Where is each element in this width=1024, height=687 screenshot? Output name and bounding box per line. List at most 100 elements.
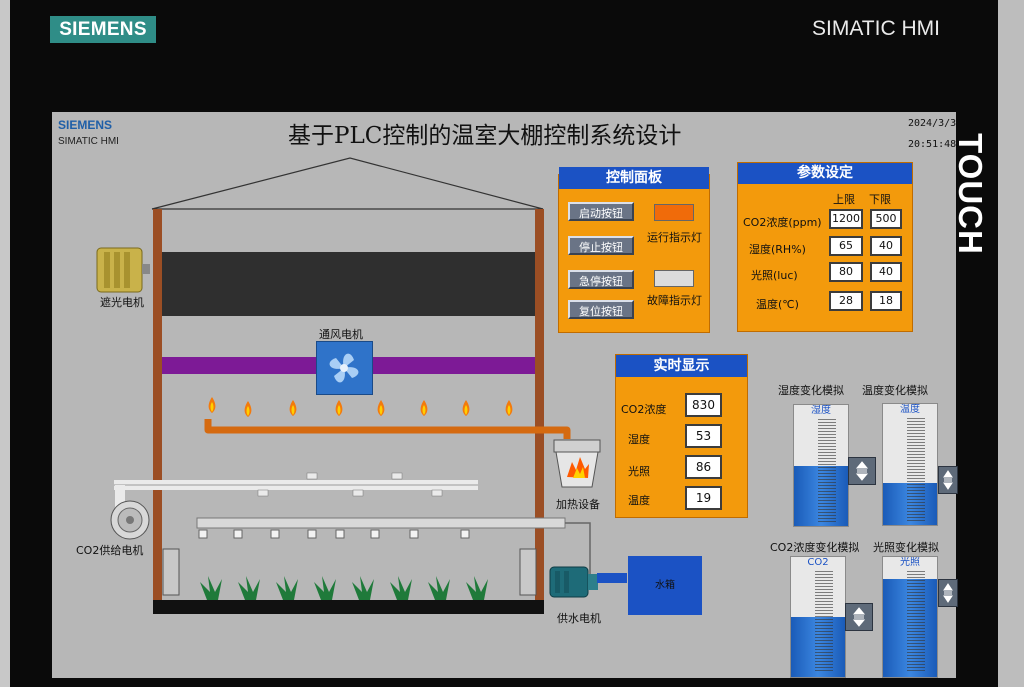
humidity-realtime-label: 湿度 [628, 433, 650, 446]
co2-param-label: CO2浓度(ppm) [743, 216, 822, 229]
burner-flame-icon [208, 397, 216, 413]
stop-button[interactable]: 停止按钮 [568, 236, 634, 255]
water-spray-pipe [196, 517, 566, 529]
co2-upper-field[interactable]: 1200 [829, 209, 863, 229]
co2-tank: CO2 [790, 556, 846, 678]
co2-tank-scale [815, 571, 833, 673]
touch-text: TOUCH [952, 133, 989, 255]
temperature-tank-label: 温度 [883, 404, 937, 416]
temperature-slider-handle[interactable] [938, 466, 958, 494]
realtime-panel-title: 实时显示 [616, 355, 747, 377]
right-vent [519, 548, 537, 596]
fan-icon [316, 341, 373, 395]
left-vent [162, 548, 180, 596]
co2-realtime-label: CO2浓度 [621, 403, 667, 416]
water-pipe [597, 573, 627, 583]
co2-lower-field[interactable]: 500 [870, 209, 902, 229]
simatic-hmi-label: SIMATIC HMI [812, 17, 940, 40]
water-drippers [198, 529, 470, 539]
burner-flame-icon [505, 400, 513, 416]
slider-grip-icon [943, 583, 953, 603]
humidity-tank-label: 湿度 [794, 405, 848, 417]
plants [200, 576, 488, 600]
hmi-screen: SIEMENS SIMATIC HMI 基于PLC控制的温室大棚控制系统设计 2… [52, 112, 958, 678]
control-panel-title: 控制面板 [559, 167, 709, 189]
temperature-realtime-value: 19 [685, 486, 722, 510]
co2-slider-handle[interactable] [845, 603, 873, 631]
light-param-label: 光照(luc) [751, 269, 798, 282]
params-panel-title: 参数设定 [738, 163, 912, 184]
slider-grip-icon [943, 470, 953, 490]
burner-flame-icon [377, 400, 385, 416]
ground-floor [153, 600, 544, 614]
burner-flame-icon [462, 400, 470, 416]
humidity-realtime-value: 53 [685, 424, 722, 448]
fan-motor-label: 通风电机 [319, 328, 363, 341]
burner-flame-icon [244, 401, 252, 417]
light-realtime-label: 光照 [628, 465, 650, 478]
co2-motor-label: CO2供给电机 [76, 544, 144, 557]
temperature-tank-scale [907, 418, 925, 521]
params-panel: 参数设定 上限 下限 CO2浓度(ppm) 1200 500 湿度(RH%) 6… [737, 162, 913, 332]
upper-limit-header: 上限 [833, 193, 855, 206]
siemens-logo: SIEMENS [50, 16, 156, 43]
co2-realtime-value: 830 [685, 393, 722, 417]
shade-motor-icon [96, 247, 150, 293]
frame-left-strip [0, 0, 10, 687]
start-button[interactable]: 启动按钮 [568, 202, 634, 221]
water-motor-icon [549, 566, 598, 598]
date-display: 2024/3/3 [908, 118, 957, 129]
light-tank-label: 光照 [883, 557, 937, 569]
humidity-slider-handle[interactable] [848, 457, 876, 485]
co2-motor-icon [110, 500, 150, 540]
slider-grip-icon [852, 607, 866, 627]
slider-grip-icon [855, 461, 869, 481]
fault-indicator-label: 故障指示灯 [647, 294, 702, 307]
humidity-tank-scale [818, 419, 836, 522]
light-slider-handle[interactable] [938, 579, 958, 607]
humidity-param-label: 湿度(RH%) [749, 243, 806, 256]
temperature-lower-field[interactable]: 18 [870, 291, 902, 311]
light-realtime-value: 86 [685, 455, 722, 479]
frame-right-strip [998, 0, 1024, 687]
heater-label: 加热设备 [556, 498, 600, 511]
water-tank: 水箱 [628, 556, 702, 615]
humidity-tank: 湿度 [793, 404, 849, 527]
temperature-realtime-label: 温度 [628, 494, 650, 507]
heating-pipe [204, 419, 571, 439]
reset-button[interactable]: 复位按钮 [568, 300, 634, 319]
temperature-sim-caption: 温度变化模拟 [862, 384, 928, 397]
control-panel: 控制面板 启动按钮 停止按钮 急停按钮 复位按钮 运行指示灯 故障指示灯 [558, 167, 710, 333]
shade-motor-label: 遮光电机 [100, 296, 144, 309]
lower-limit-header: 下限 [869, 193, 891, 206]
co2-tank-label: CO2 [791, 557, 845, 569]
burner-flame-icon [289, 400, 297, 416]
water-motor-label: 供水电机 [557, 612, 601, 625]
humidity-sim-caption: 湿度变化模拟 [778, 384, 844, 397]
temperature-param-label: 温度(℃) [756, 298, 799, 311]
roof-outline [151, 157, 544, 210]
temperature-upper-field[interactable]: 28 [829, 291, 863, 311]
co2-sim-caption: CO2浓度变化模拟 [770, 541, 860, 554]
fault-indicator-light [654, 270, 694, 287]
run-indicator-label: 运行指示灯 [647, 231, 702, 244]
estop-button[interactable]: 急停按钮 [568, 270, 634, 289]
light-tank: 光照 [882, 556, 938, 678]
shade-curtain [162, 252, 535, 316]
light-sim-caption: 光照变化模拟 [873, 541, 939, 554]
burner-flame-icon [335, 400, 343, 416]
light-lower-field[interactable]: 40 [870, 262, 902, 282]
time-display: 20:51:48 [908, 139, 957, 150]
light-tank-scale [907, 571, 925, 673]
heater-icon [553, 439, 601, 488]
humidity-lower-field[interactable]: 40 [870, 236, 902, 256]
fan-blades-icon [329, 353, 359, 383]
run-indicator-light [654, 204, 694, 221]
light-upper-field[interactable]: 80 [829, 262, 863, 282]
left-wall [153, 209, 162, 609]
water-supply-pipe [565, 522, 591, 574]
humidity-upper-field[interactable]: 65 [829, 236, 863, 256]
realtime-panel: 实时显示 CO2浓度 830 湿度 53 光照 86 温度 19 [615, 354, 748, 518]
burner-flame-icon [420, 400, 428, 416]
temperature-tank: 温度 [882, 403, 938, 526]
